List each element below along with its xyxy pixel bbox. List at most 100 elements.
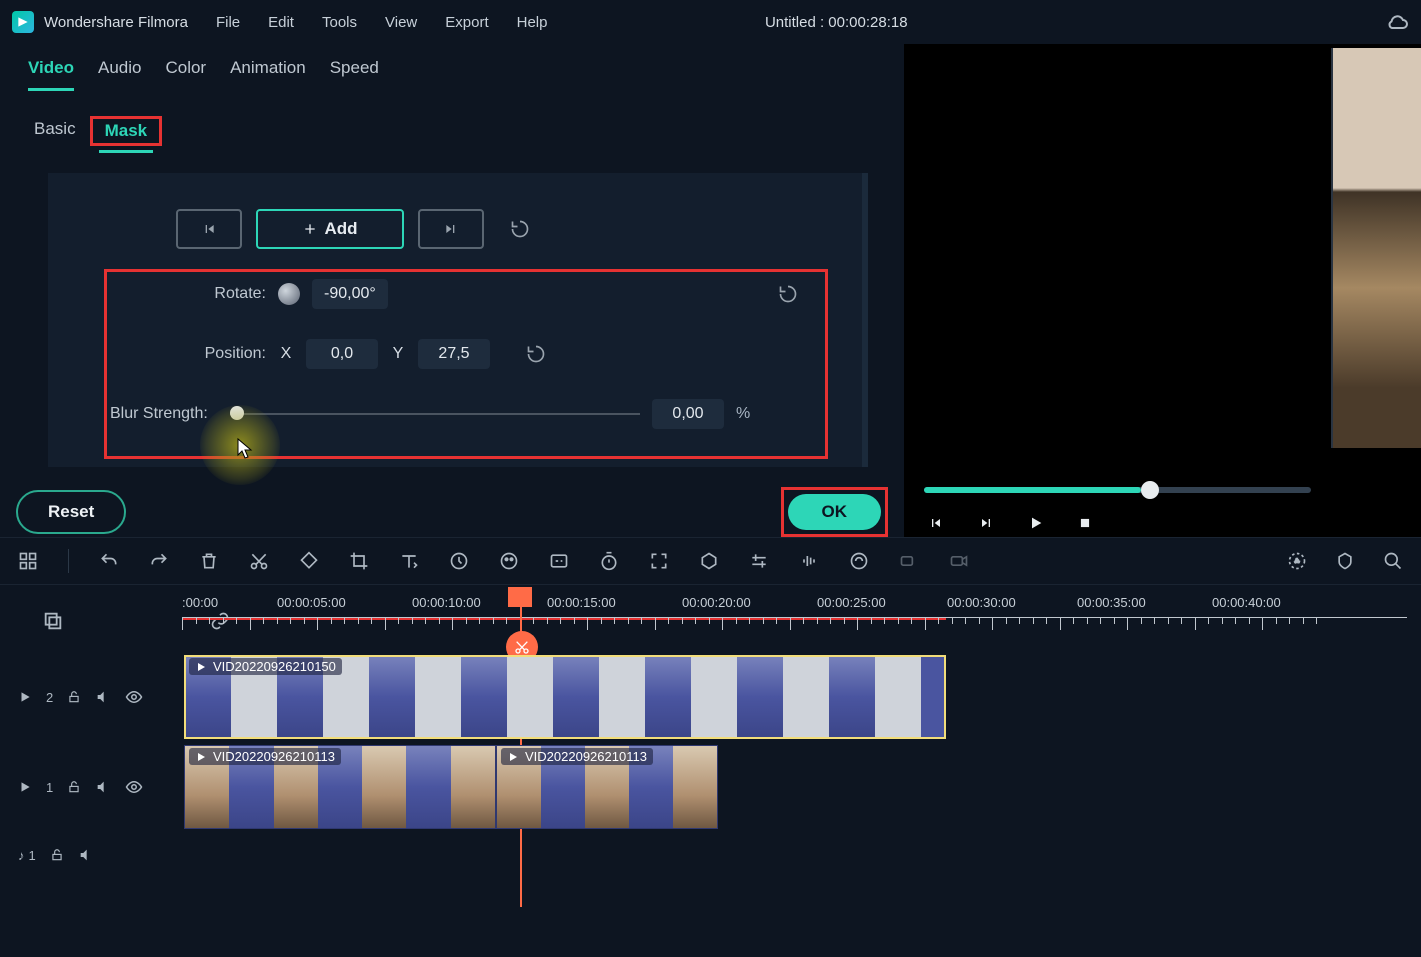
rotate-reset-icon[interactable] xyxy=(778,284,798,304)
rotate-value[interactable]: -90,00° xyxy=(312,279,388,309)
rotate-row: Rotate: -90,00° xyxy=(48,279,862,309)
secondary-tabs: Basic Mask xyxy=(0,91,904,149)
clip-track1[interactable]: VID20220926210150 xyxy=(184,655,946,739)
text-icon[interactable] xyxy=(399,551,419,571)
x-value[interactable]: 0,0 xyxy=(306,339,378,369)
menu-view[interactable]: View xyxy=(385,14,417,31)
redo-icon[interactable] xyxy=(149,551,169,571)
tab-color[interactable]: Color xyxy=(165,58,206,91)
properties-body: Add Rotate: -90,00° Position: xyxy=(48,173,868,467)
blur-value[interactable]: 0,00 xyxy=(652,399,724,429)
record-icon xyxy=(899,551,919,571)
lock-icon[interactable] xyxy=(50,848,64,862)
clip-header-2b: VID20220926210113 xyxy=(501,748,653,765)
time-label-1: 00:00:05:00 xyxy=(277,595,346,610)
rotate-knob[interactable] xyxy=(278,283,300,305)
blur-slider[interactable] xyxy=(230,413,640,415)
fullscreen-icon[interactable] xyxy=(649,551,669,571)
grid-icon[interactable] xyxy=(18,551,38,571)
enhance-icon[interactable] xyxy=(849,551,869,571)
ok-button[interactable]: OK xyxy=(788,494,882,530)
title-bar: Wondershare Filmora File Edit Tools View… xyxy=(0,0,1421,44)
color-icon[interactable] xyxy=(499,551,519,571)
menu-file[interactable]: File xyxy=(216,14,240,31)
clip-track2b[interactable]: VID20220926210113 xyxy=(496,745,718,829)
preview-progress[interactable] xyxy=(924,487,1311,493)
menu-help[interactable]: Help xyxy=(517,14,548,31)
delete-icon[interactable] xyxy=(199,551,219,571)
reset-button[interactable]: Reset xyxy=(16,490,126,534)
time-label-8: 00:00:40:00 xyxy=(1212,595,1281,610)
audio-adjust-icon[interactable] xyxy=(799,551,819,571)
preview-pane xyxy=(904,44,1421,537)
cut-icon[interactable] xyxy=(249,551,269,571)
speed-icon[interactable] xyxy=(449,551,469,571)
blur-label: Blur Strength: xyxy=(110,405,218,423)
time-ruler[interactable]: :00:00 00:00:05:00 00:00:10:00 00:00:15:… xyxy=(182,593,1407,629)
tab-audio[interactable]: Audio xyxy=(98,58,141,91)
time-label-7: 00:00:35:00 xyxy=(1077,595,1146,610)
x-label: X xyxy=(278,345,294,363)
clip-header-1: VID20220926210150 xyxy=(189,658,342,675)
ok-highlight: OK xyxy=(781,487,889,537)
cloud-icon[interactable] xyxy=(1385,10,1409,34)
lock-icon[interactable] xyxy=(67,780,81,794)
prev-keyframe-button[interactable] xyxy=(176,209,242,249)
position-row: Position: X 0,0 Y 27,5 xyxy=(48,339,862,369)
play-button[interactable] xyxy=(1028,515,1044,531)
zoom-icon[interactable] xyxy=(1383,551,1403,571)
lock-icon[interactable] xyxy=(67,690,81,704)
mute-icon[interactable] xyxy=(95,689,111,705)
tab-animation[interactable]: Animation xyxy=(230,58,306,91)
audio-track-head: 1 xyxy=(14,847,174,863)
y-label: Y xyxy=(390,345,406,363)
step-forward-button[interactable] xyxy=(978,515,994,531)
marker-icon[interactable] xyxy=(1335,551,1355,571)
keyframe-reset-icon[interactable] xyxy=(510,219,530,239)
tab-speed[interactable]: Speed xyxy=(330,58,379,91)
step-back-button[interactable] xyxy=(928,515,944,531)
undo-icon[interactable] xyxy=(99,551,119,571)
ruler-ticks xyxy=(182,617,1407,629)
playhead-flag[interactable] xyxy=(508,587,532,607)
clip-track2a[interactable]: VID20220926210113 xyxy=(184,745,496,829)
menu-tools[interactable]: Tools xyxy=(322,14,357,31)
y-value[interactable]: 27,5 xyxy=(418,339,490,369)
blur-slider-thumb[interactable] xyxy=(230,406,244,420)
visibility-icon[interactable] xyxy=(125,778,143,796)
tab-mask[interactable]: Mask xyxy=(99,115,154,153)
progress-thumb[interactable] xyxy=(1141,481,1159,499)
mute-icon[interactable] xyxy=(95,779,111,795)
video-track-2: 2 VID20220926210150 xyxy=(14,655,1407,739)
tab-basic[interactable]: Basic xyxy=(28,113,82,149)
timeline-header: :00:00 00:00:05:00 00:00:10:00 00:00:15:… xyxy=(14,593,1407,649)
track-head-2: 2 xyxy=(14,688,174,706)
add-label: Add xyxy=(324,219,357,239)
tag-icon[interactable] xyxy=(299,551,319,571)
audio-track-1: 1 xyxy=(14,835,1407,875)
subtitle-icon[interactable] xyxy=(549,551,569,571)
menu-export[interactable]: Export xyxy=(445,14,488,31)
track-play-icon[interactable] xyxy=(18,690,32,704)
menu-edit[interactable]: Edit xyxy=(268,14,294,31)
add-keyframe-button[interactable]: Add xyxy=(256,209,404,249)
track-play-icon[interactable] xyxy=(18,780,32,794)
blur-row: Blur Strength: 0,00 % xyxy=(48,399,862,429)
visibility-icon[interactable] xyxy=(125,688,143,706)
time-label-0: :00:00 xyxy=(182,595,218,610)
tab-video[interactable]: Video xyxy=(28,58,74,91)
mute-icon[interactable] xyxy=(78,847,94,863)
position-reset-icon[interactable] xyxy=(526,344,546,364)
timer-icon[interactable] xyxy=(599,551,619,571)
time-label-4: 00:00:20:00 xyxy=(682,595,751,610)
adjust-icon[interactable] xyxy=(749,551,769,571)
render-icon[interactable] xyxy=(1287,551,1307,571)
stop-button[interactable] xyxy=(1078,516,1092,530)
crop-icon[interactable] xyxy=(349,551,369,571)
mask-tool-icon[interactable] xyxy=(699,551,719,571)
clip2b-name: VID20220926210113 xyxy=(525,749,647,764)
next-keyframe-button[interactable] xyxy=(418,209,484,249)
track-head-1: 1 xyxy=(14,778,174,796)
panel-footer: Reset OK xyxy=(0,467,904,537)
add-track-icon[interactable] xyxy=(42,610,64,632)
